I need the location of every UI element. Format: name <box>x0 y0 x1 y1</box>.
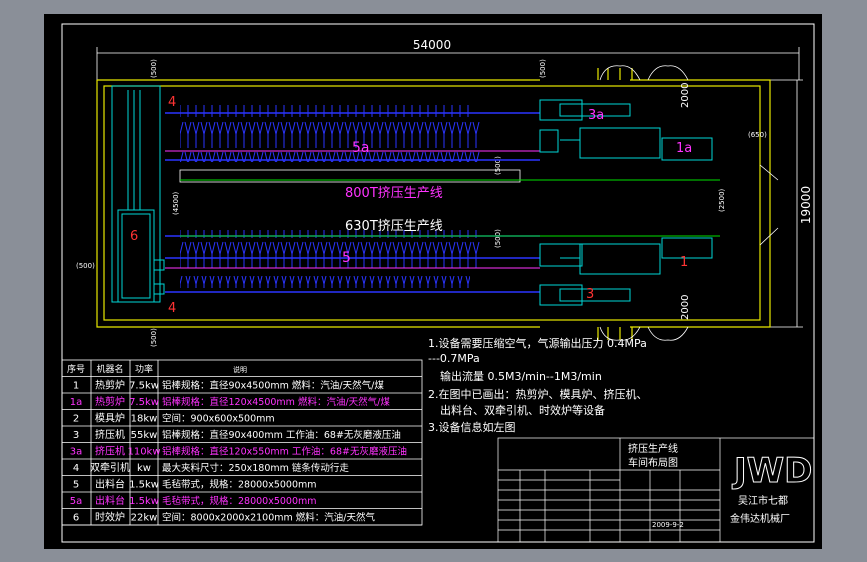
table-cell-no: 1a <box>70 397 83 408</box>
table-cell-name: 热剪炉 <box>95 395 125 408</box>
table-cell-desc: 铝棒规格：直径120x4500mm 燃料：汽油/天然气/煤 <box>162 396 390 408</box>
table-cell-name: 出料台 <box>95 494 125 507</box>
table-header-2: 功率 <box>135 363 153 375</box>
mark-3a: 3a <box>588 108 604 123</box>
mark-4-top: 4 <box>168 95 176 110</box>
company-logo: JWD <box>732 451 812 491</box>
table-cell-no: 2 <box>73 414 79 425</box>
table-cell-desc: 毛毡带式，规格：28000x5000mm <box>162 479 317 491</box>
mark-3: 3 <box>586 287 594 302</box>
title-line-2: 车间布局图 <box>628 456 678 469</box>
table-cell-no: 6 <box>73 513 79 524</box>
dim-2500: (2500) <box>718 188 726 212</box>
mark-6: 6 <box>130 229 138 244</box>
dim-650: (650) <box>748 131 767 139</box>
table-cell-no: 5 <box>73 480 79 491</box>
table-cell-no: 3 <box>73 430 79 441</box>
table-cell-power: 7.5kw <box>129 397 159 408</box>
table-header-1: 机器名 <box>96 363 123 375</box>
mark-5: 5 <box>342 250 351 266</box>
dim-2000-top: 2000 <box>680 83 691 108</box>
note-line-5: 出料台、双牵引机、时效炉等设备 <box>440 403 605 417</box>
table-header-3: 说明 <box>233 365 247 374</box>
table-cell-desc: 铝棒规格：直径90x4500mm 燃料：汽油/天然气/煤 <box>162 380 384 392</box>
table-cell-name: 模具炉 <box>95 413 125 425</box>
note-line-6: 3.设备信息如左图 <box>428 420 516 434</box>
table-cell-desc: 最大夹料尺寸：250x180mm 链条传动行走 <box>162 462 349 474</box>
table-cell-name: 挤压机 <box>95 428 125 441</box>
table-cell-desc: 毛毡带式，规格：28000x5000mm <box>162 495 317 507</box>
table-cell-desc: 铝棒规格：直径120x550mm 工作油：68#无灰磨液压油 <box>162 446 407 458</box>
dim-54000: 54000 <box>413 38 451 52</box>
mark-5a: 5a <box>352 140 370 156</box>
dim-500-top-mid: (500) <box>539 59 547 78</box>
note-line-1: 1.设备需要压缩空气，气源输出压力 0.4MPa <box>428 336 647 350</box>
table-cell-name: 双牵引机 <box>90 461 130 474</box>
line-label-800t: 800T挤压生产线 <box>345 186 443 201</box>
table-cell-power: 1.5kw <box>129 496 159 507</box>
table-cell-power: 7.5kw <box>129 381 159 392</box>
table-cell-name: 时效炉 <box>95 511 125 524</box>
table-cell-power: kw <box>137 463 151 474</box>
table-cell-no: 1 <box>73 381 79 392</box>
cad-drawing: 54000 19000 (500) (500) (500) (500) (650… <box>44 14 822 549</box>
table-cell-name: 热剪炉 <box>95 379 125 392</box>
dim-500-left: (500) <box>76 262 95 270</box>
title-date: 2009-9-2 <box>652 521 684 529</box>
table-cell-no: 5a <box>70 496 83 507</box>
line-label-630t: 630T挤压生产线 <box>345 219 443 234</box>
table-cell-no: 4 <box>73 463 79 474</box>
mark-1: 1 <box>680 255 688 270</box>
table-cell-desc: 空间：900x600x500mm <box>162 413 275 425</box>
table-cell-desc: 空间：8000x2000x2100mm 燃料：汽油/天然气 <box>162 512 376 524</box>
mark-1a: 1a <box>676 141 692 156</box>
table-cell-power: 55kw <box>131 430 158 441</box>
dim-500-bottom-left: (500) <box>150 328 158 347</box>
table-cell-no: 3a <box>70 447 83 458</box>
dim-4500: (4500) <box>172 191 180 215</box>
table-header-0: 序号 <box>67 363 85 375</box>
dim-500-top-left: (500) <box>150 59 158 78</box>
table-cell-power: 110kw <box>127 447 160 458</box>
dim-500-right-bottom: (500) <box>494 229 502 248</box>
table-cell-name: 挤压机 <box>95 445 125 458</box>
table-cell-power: 22kw <box>131 513 158 524</box>
company-line-2: 金伟达机械厂 <box>730 512 790 525</box>
table-cell-power: 18kw <box>131 414 158 425</box>
table-cell-name: 出料台 <box>95 478 125 491</box>
table-cell-desc: 铝棒规格：直径90x400mm 工作油：68#无灰磨液压油 <box>162 429 401 441</box>
title-line-1: 挤压生产线 <box>628 442 678 455</box>
note-line-2: ---0.7MPa <box>428 352 480 365</box>
dim-2000-bottom: 2000 <box>680 295 691 320</box>
note-line-3: 输出流量 0.5M3/min--1M3/min <box>440 369 602 383</box>
table-cell-power: 1.5kw <box>129 480 159 491</box>
dim-19000: 19000 <box>799 186 813 224</box>
mark-4-bottom: 4 <box>168 301 176 316</box>
note-line-4: 2.在图中已画出：热剪炉、模具炉、挤压机、 <box>428 387 648 401</box>
company-line-1: 吴江市七都 <box>738 494 788 507</box>
dim-500-right-top: (500) <box>494 156 502 175</box>
